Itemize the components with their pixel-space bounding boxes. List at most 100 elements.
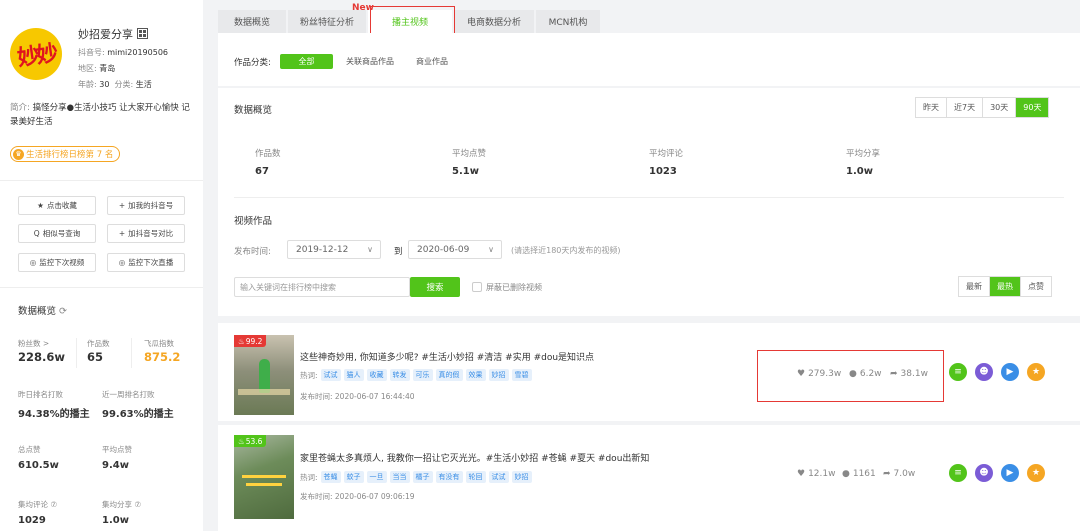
gua-index-value: 875.2: [144, 350, 181, 364]
fire-icon: ♨: [238, 436, 245, 446]
share-count: ➦ 7.0w: [883, 469, 916, 479]
hot-tag[interactable]: 有没有: [435, 471, 463, 483]
profile-sidebar: 妙妙 妙招爱分享 抖音号: mimi20190506 地区: 青岛 年龄: 30…: [0, 0, 203, 531]
total-likes-value: 610.5w: [18, 460, 59, 471]
audience-icon[interactable]: ☻: [975, 464, 993, 482]
metric-avg-comments-label: 平均评论: [649, 149, 684, 159]
hot-tag[interactable]: 妙招: [511, 471, 532, 483]
rank-badge[interactable]: ♛ 生活排行榜日榜第 7 名: [10, 146, 121, 162]
add-compare-button[interactable]: + 加抖音号对比: [107, 224, 185, 243]
hot-tag[interactable]: 蚊子: [343, 471, 364, 483]
range-30d[interactable]: 30天: [983, 98, 1017, 117]
week-rank-label: 近一周排名打败: [102, 390, 155, 399]
publish-time-label: 发布时间:: [234, 247, 271, 257]
filter-linked-products[interactable]: 关联商品作品: [341, 54, 399, 69]
play-icon[interactable]: ▶: [1001, 363, 1019, 381]
date-from-select[interactable]: 2019-12-12 ∨: [287, 240, 381, 259]
sort-hottest[interactable]: 最热: [990, 277, 1021, 296]
range-7d[interactable]: 近7天: [947, 98, 984, 117]
range-yesterday[interactable]: 昨天: [916, 98, 947, 117]
hot-tag[interactable]: 苍蝇: [320, 471, 341, 483]
hot-tag[interactable]: 转发: [389, 369, 410, 381]
hot-tag[interactable]: 雪碧: [511, 369, 532, 381]
hot-tag[interactable]: 收藏: [366, 369, 387, 381]
videos-title: 视频作品: [234, 216, 273, 227]
star-icon[interactable]: ★: [1027, 464, 1045, 482]
hot-tag[interactable]: 轮回: [465, 471, 486, 483]
publish-time: 发布时间: 2020-06-07 09:06:19: [300, 492, 415, 501]
hot-tag[interactable]: 试试: [320, 369, 341, 381]
star-icon[interactable]: ★: [1027, 363, 1045, 381]
date-to-select[interactable]: 2020-06-09 ∨: [408, 240, 502, 259]
video-title[interactable]: 家里苍蝇太多真烦人, 我教你一招让它灭光光。#生活小妙招 #苍蝇 #夏天 #do…: [300, 451, 649, 464]
avg-shares-label: 集均分享 ⑦: [102, 500, 142, 509]
avg-likes-label: 平均点赞: [102, 445, 132, 454]
heart-icon: ♥: [797, 469, 806, 479]
publish-time: 发布时间: 2020-06-07 16:44:40: [300, 392, 415, 401]
tab-mcn[interactable]: MCN机构: [536, 10, 600, 33]
tab-overview[interactable]: 数据概览: [218, 10, 286, 33]
comment-icon: ●: [842, 469, 850, 479]
tab-fans-analysis[interactable]: 粉丝特征分析: [288, 10, 366, 33]
yesterday-rank-value: 94.38%的播主: [18, 409, 90, 420]
detail-icon[interactable]: ≡: [949, 363, 967, 381]
video-row[interactable]: ♨ 53.6 家里苍蝇太多真烦人, 我教你一招让它灭光光。#生活小妙招 #苍蝇 #…: [218, 425, 1080, 531]
video-thumbnail[interactable]: ♨ 99.2: [234, 335, 294, 415]
hot-words: 热词: 试试 猫人 收藏 转发 可乐 真的假 效果 妙招 雪碧: [300, 369, 532, 381]
sort-latest[interactable]: 最新: [959, 277, 990, 296]
chevron-down-icon: ∨: [367, 245, 373, 254]
week-rank-value: 99.63%的播主: [102, 409, 174, 420]
sort-likes[interactable]: 点赞: [1021, 277, 1051, 296]
overview-card: 数据概览 昨天 近7天 30天 90天 作品数 67 平均点赞 5.1w 平均评…: [218, 88, 1080, 316]
filter-card: 作品分类: 全部 关联商品作品 商业作品: [218, 33, 1080, 86]
hot-tag[interactable]: 橘子: [412, 471, 433, 483]
avatar[interactable]: 妙妙: [10, 28, 62, 80]
works-label: 作品数: [87, 339, 110, 348]
age-category: 年龄: 30 分类: 生活: [78, 80, 152, 89]
crown-icon: ♛: [13, 148, 24, 160]
tab-ecommerce[interactable]: 电商数据分析: [454, 10, 534, 33]
hot-tag[interactable]: 妙招: [488, 369, 509, 381]
add-my-account-button[interactable]: + 加我的抖音号: [107, 196, 185, 215]
search-icon: Q: [33, 229, 40, 238]
metric-avg-shares-label: 平均分享: [846, 149, 881, 159]
fans-label[interactable]: 粉丝数 >: [18, 338, 49, 349]
video-row[interactable]: ♨ 99.2 这些神奇妙用, 你知道多少呢? #生活小妙招 #清洁 #实用 #do…: [218, 323, 1080, 421]
detail-icon[interactable]: ≡: [949, 464, 967, 482]
hot-tag[interactable]: 当当: [389, 471, 410, 483]
hide-deleted-checkbox[interactable]: [472, 282, 482, 292]
search-button[interactable]: 搜索: [410, 277, 460, 297]
hot-tag[interactable]: 猫人: [343, 369, 364, 381]
play-icon[interactable]: ▶: [1001, 464, 1019, 482]
qr-code-icon[interactable]: [137, 28, 148, 39]
share-icon: ➦: [883, 469, 891, 479]
audience-icon[interactable]: ☻: [975, 363, 993, 381]
video-thumbnail[interactable]: ♨ 53.6: [234, 435, 294, 519]
comment-count: ● 1161: [842, 469, 876, 479]
hot-tag[interactable]: 真的假: [435, 369, 463, 381]
hide-deleted-label: 屏蔽已删除视频: [486, 283, 542, 292]
hot-words: 热词: 苍蝇 蚊子 一旦 当当 橘子 有没有 轮回 试试 妙招: [300, 471, 532, 483]
hot-tag[interactable]: 可乐: [412, 369, 433, 381]
metric-avg-shares-value: 1.0w: [846, 166, 873, 177]
avg-shares-value: 1.0w: [102, 515, 129, 526]
works-value: 65: [87, 350, 104, 364]
video-title[interactable]: 这些神奇妙用, 你知道多少呢? #生活小妙招 #清洁 #实用 #dou是知识点: [300, 350, 594, 363]
monitor-live-button[interactable]: ◎ 监控下次直播: [107, 253, 185, 272]
yesterday-rank-label: 昨日排名打败: [18, 390, 63, 399]
monitor-video-button[interactable]: ◎ 监控下次视频: [18, 253, 96, 272]
keyword-search-input[interactable]: 输入关键词在排行榜中搜索: [234, 277, 410, 297]
hot-tag[interactable]: 效果: [465, 369, 486, 381]
filter-commercial[interactable]: 商业作品: [412, 54, 452, 69]
profile-name: 妙招爱分享: [78, 28, 133, 41]
favorite-button[interactable]: ★ 点击收藏: [18, 196, 96, 215]
range-90d[interactable]: 90天: [1016, 98, 1049, 117]
plus-icon: +: [118, 201, 126, 210]
hot-tag[interactable]: 试试: [488, 471, 509, 483]
filter-all[interactable]: 全部: [280, 54, 333, 69]
metric-works-label: 作品数: [255, 149, 281, 159]
similar-search-button[interactable]: Q 相似号查询: [18, 224, 96, 243]
hot-tag[interactable]: 一旦: [366, 471, 387, 483]
refresh-icon[interactable]: ⟳: [59, 306, 67, 317]
metric-avg-likes-label: 平均点赞: [452, 149, 487, 159]
